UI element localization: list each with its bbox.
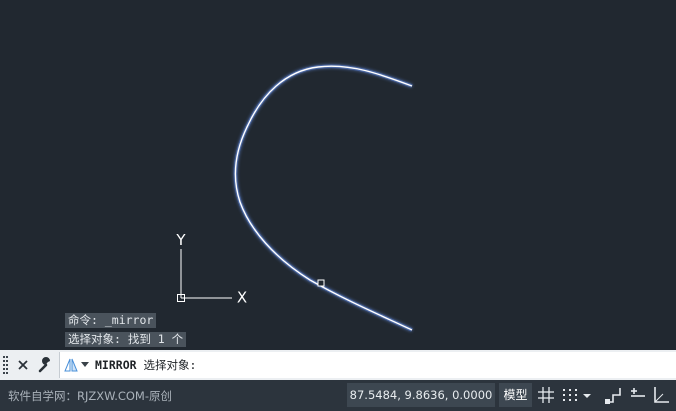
drawing-viewport[interactable]: Y X xyxy=(0,0,676,350)
lineweight-icon[interactable] xyxy=(651,384,673,406)
command-history-line-2: 选择对象: 找到 1 个 xyxy=(65,332,187,347)
grip-handle-icon[interactable] xyxy=(3,356,9,374)
ucs-icon: Y X xyxy=(175,231,247,307)
curve-grip-marker[interactable] xyxy=(317,279,325,287)
command-name: MIRROR xyxy=(95,358,137,372)
command-line-bar: MIRROR 选择对象: xyxy=(0,350,676,380)
curve-core xyxy=(234,65,413,331)
snap-icon[interactable] xyxy=(559,384,581,406)
chevron-down-icon[interactable] xyxy=(81,362,89,368)
command-history-line-1: 命令: _mirror xyxy=(65,313,157,328)
ortho-icon[interactable] xyxy=(602,384,624,406)
ucs-x-label: X xyxy=(237,289,247,307)
polar-icon[interactable] xyxy=(626,384,648,406)
coordinate-readout[interactable]: 87.5484, 9.8636, 0.0000 xyxy=(347,383,495,407)
mirror-command-icon xyxy=(64,358,78,372)
watermark-text: 软件自学网：RJZXW.COM-原创 xyxy=(8,389,172,403)
chevron-down-icon[interactable] xyxy=(580,384,594,406)
close-icon[interactable] xyxy=(13,354,33,376)
grid-icon[interactable] xyxy=(535,384,557,406)
ucs-y-label: Y xyxy=(175,231,186,249)
status-bar: 软件自学网：RJZXW.COM-原创 87.5484, 9.8636, 0.00… xyxy=(0,380,676,411)
selected-curve[interactable] xyxy=(233,64,413,332)
wrench-icon[interactable] xyxy=(35,354,55,376)
command-input[interactable]: MIRROR 选择对象: xyxy=(59,352,676,378)
command-prompt: 选择对象: xyxy=(143,358,197,372)
model-space-button[interactable]: 模型 xyxy=(499,383,532,407)
